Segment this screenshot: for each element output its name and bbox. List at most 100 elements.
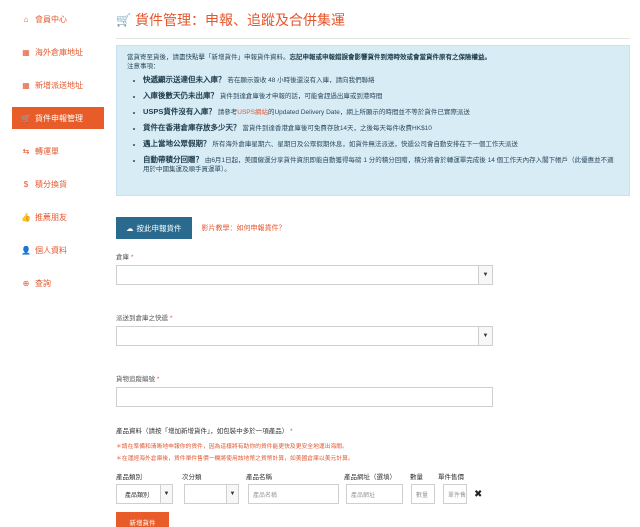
sidebar-item-shipment-management[interactable]: 🛒 貨件申報管理 xyxy=(12,107,104,129)
notice-item-title: 遇上當地公眾假期？ xyxy=(143,139,211,148)
notice-item-text: 貨件到達倉庫後才申報的話，可能會趕過出庫或到港時間 xyxy=(219,93,383,100)
sidebar-item-label: 新增派送地址 xyxy=(35,80,83,90)
list-item: 自動帶積分回贈？ 由6月1日起，美國僱運分享貨件資訊即能自動獲得每磅 1 分的積… xyxy=(143,155,619,174)
sidebar-item-enquiry[interactable]: ⊕ 查詢 xyxy=(12,272,104,294)
sidebar-item-label: 積分換貨 xyxy=(35,179,67,189)
product-row: 產品類別 ▼ ▼ 產品名稱 產品網址 數量 單件售價 ✖ xyxy=(116,484,630,504)
sidebar-item-label: 海外倉庫地址 xyxy=(35,47,83,57)
required-mark: * xyxy=(130,254,134,261)
globe-icon: ⊕ xyxy=(22,278,30,288)
main-content: 🛒 貨件管理：申報、追蹤及合併集運 當貨寄至貨後，請盡快點擊「新增貨件」申報貨件… xyxy=(116,0,630,527)
declare-shipment-label: 按此申報貨件 xyxy=(136,223,182,233)
sidebar: ⌂ 會員中心 ▦ 海外倉庫地址 ▦ 新增派送地址 🛒 貨件申報管理 ⇆ 轉運單 … xyxy=(12,8,104,305)
usps-link[interactable]: USPS網站 xyxy=(237,109,268,116)
column-header: 產品網址（選填） xyxy=(344,474,396,481)
notice-item-text: 由6月1日起，美國僱運分享貨件資訊即能自動獲得每磅 1 分的積分回贈，積分將會於… xyxy=(143,157,614,173)
tracking-label-text: 貨物追蹤編號 xyxy=(116,376,155,383)
action-row: ☁ 按此申報貨件 影片教學：如何申報貨件？ xyxy=(116,217,630,239)
exchange-icon: ⇆ xyxy=(22,146,30,156)
subcategory-select[interactable]: ▼ xyxy=(184,484,239,504)
tracking-number-input[interactable] xyxy=(116,387,493,407)
sidebar-item-label: 會員中心 xyxy=(35,14,67,24)
required-mark: * xyxy=(169,315,173,322)
sidebar-item-label: 轉運單 xyxy=(35,146,59,156)
product-name-input[interactable]: 產品名稱 xyxy=(248,484,339,504)
upload-icon: ☁ xyxy=(126,223,134,233)
tracking-label: 貨物追蹤編號 * xyxy=(116,373,630,383)
column-header: 單件售價 xyxy=(438,474,464,481)
sidebar-item-forwarding-orders[interactable]: ⇆ 轉運單 xyxy=(12,140,104,162)
thumbs-up-icon: 👍 xyxy=(21,212,31,222)
courier-label: 派送到倉庫之快遞 * xyxy=(116,312,630,322)
list-item: USPS貨件沒有入庫？ 請參考USPS網站的Updated Delivery D… xyxy=(143,107,619,117)
notice-item-text: 當貨件到達香港倉庫後可免費存放14天，之後每天每件收費HK$10 xyxy=(242,125,432,132)
declare-shipment-button[interactable]: ☁ 按此申報貨件 xyxy=(116,217,192,239)
sidebar-item-points-redeem[interactable]: $ 積分換貨 xyxy=(12,173,104,195)
list-item: 遇上當地公眾假期？ 所有海外倉庫星期六、星期日及公眾假期休息，如貨件無法派送，快… xyxy=(143,139,619,149)
home-icon: ⌂ xyxy=(23,14,29,24)
note-text: ＊在運經海外倉庫後，貨件單件售價一欄將使用該地幣之貨幣計算，如美國倉庫以美元計算… xyxy=(116,456,354,462)
notice-intro-tail: 注意事項： xyxy=(127,63,160,70)
note-text: ＊請在準備和清晰地申報你的貨件，因為這樣將有助你的貨件能更快及更安全地運出海關。 xyxy=(116,444,348,450)
column-header: 產品類別 xyxy=(116,474,142,481)
products-label-text: 產品資料（請按「增加新增貨件」，如包裝中多於一項產品） xyxy=(116,428,289,435)
user-icon: 👤 xyxy=(21,245,31,255)
list-item: 貨件在香港倉庫存放多少天？ 當貨件到達香港倉庫後可免費存放14天，之後每天每件收… xyxy=(143,123,619,133)
notice-item-title: 貨件在香港倉庫存放多少天？ xyxy=(143,123,241,132)
notice-item-title: 入庫後數天仍未出庫？ xyxy=(143,91,218,100)
chevron-down-icon: ▼ xyxy=(160,485,172,503)
page-title: 🛒 貨件管理：申報、追蹤及合併集運 xyxy=(116,4,630,36)
courier-select[interactable]: ▼ xyxy=(116,326,493,346)
warehouse-label-text: 倉庫 xyxy=(116,254,129,261)
sidebar-item-add-delivery-address[interactable]: ▦ 新增派送地址 xyxy=(12,74,104,96)
required-mark: * xyxy=(290,428,293,435)
dollar-icon: $ xyxy=(23,179,29,189)
warehouse-select[interactable]: ▼ xyxy=(116,265,493,285)
column-header: 數量 xyxy=(410,474,423,481)
sidebar-item-member-center[interactable]: ⌂ 會員中心 xyxy=(12,8,104,30)
category-select[interactable]: 產品類別 ▼ xyxy=(116,484,173,504)
category-value: 產品類別 xyxy=(125,492,150,499)
products-notes: ＊請在準備和清晰地申報你的貨件，因為這樣將有助你的貨件能更快及更安全地運出海關。… xyxy=(116,443,630,463)
sidebar-item-label: 個人資料 xyxy=(35,245,67,255)
notice-intro-strong: 忘記申報或申報錯誤會影響貨件到港時效或會當貨件原有之保險權益。 xyxy=(289,54,492,61)
warehouse-label: 倉庫 * xyxy=(116,251,630,261)
column-header: 次分類 xyxy=(182,474,202,481)
sidebar-item-label: 貨件申報管理 xyxy=(35,113,83,123)
sidebar-item-label: 查詢 xyxy=(35,278,51,288)
notice-list: 快遞顯示送達但未入庫？ 若在顯示簽收 48 小時後還沒有入庫，請向我們聯絡 入庫… xyxy=(127,75,619,174)
chevron-down-icon: ▼ xyxy=(478,266,492,284)
quantity-input[interactable]: 數量 xyxy=(411,484,435,504)
notice-item-title: 自動帶積分回贈？ xyxy=(143,155,203,164)
product-url-input[interactable]: 產品網址 xyxy=(346,484,403,504)
chevron-down-icon: ▼ xyxy=(226,485,238,503)
notice-panel: 當貨寄至貨後，請盡快點擊「新增貨件」申報貨件資料。忘記申報或申報錯誤會影響貨件到… xyxy=(116,45,630,196)
divider xyxy=(116,38,630,39)
notice-intro: 當貨寄至貨後，請盡快點擊「新增貨件」申報貨件資料。忘記申報或申報錯誤會影響貨件到… xyxy=(127,53,619,62)
add-item-button[interactable]: 新增貨件 xyxy=(116,512,169,527)
sidebar-item-label: 推薦朋友 xyxy=(35,212,67,222)
notice-item-text: 的Updated Delivery Date，網上所顯示的時間並不等於貨件已實際… xyxy=(267,109,470,116)
chevron-down-icon: ▼ xyxy=(478,327,492,345)
close-icon[interactable]: ✖ xyxy=(474,489,482,500)
list-item: 入庫後數天仍未出庫？ 貨件到達倉庫後才申報的話，可能會趕過出庫或到港時間 xyxy=(143,91,619,101)
notice-item-title: USPS貨件沒有入庫？ xyxy=(143,107,216,116)
column-header: 產品名稱 xyxy=(246,474,272,481)
list-item: 快遞顯示送達但未入庫？ 若在顯示簽收 48 小時後還沒有入庫，請向我們聯絡 xyxy=(143,75,619,85)
products-section-label: 產品資料（請按「增加新增貨件」，如包裝中多於一項產品） * xyxy=(116,425,630,435)
sidebar-item-refer-friends[interactable]: 👍 推薦朋友 xyxy=(12,206,104,228)
notice-item-text: 請參考 xyxy=(217,109,238,116)
notice-intro-plain: 當貨寄至貨後，請盡快點擊「新增貨件」申報貨件資料。 xyxy=(127,54,290,61)
unit-price-input[interactable]: 單件售價 xyxy=(443,484,467,504)
warehouse-icon: ▦ xyxy=(22,80,30,90)
sidebar-item-profile[interactable]: 👤 個人資料 xyxy=(12,239,104,261)
page-title-text: 貨件管理：申報、追蹤及合併集運 xyxy=(134,12,345,28)
video-tutorial-link[interactable]: 影片教學：如何申報貨件？ xyxy=(202,223,286,233)
cart-icon: 🛒 xyxy=(21,113,31,123)
sidebar-item-overseas-address[interactable]: ▦ 海外倉庫地址 xyxy=(12,41,104,63)
notice-item-text: 若在顯示簽收 48 小時後還沒有入庫，請向我們聯絡 xyxy=(227,77,375,84)
warehouse-icon: ▦ xyxy=(22,47,30,57)
product-table-header: 產品類別 次分類 產品名稱 產品網址（選填） 數量 單件售價 xyxy=(116,471,630,481)
required-mark: * xyxy=(156,376,160,383)
notice-item-title: 快遞顯示送達但未入庫？ xyxy=(143,75,226,84)
